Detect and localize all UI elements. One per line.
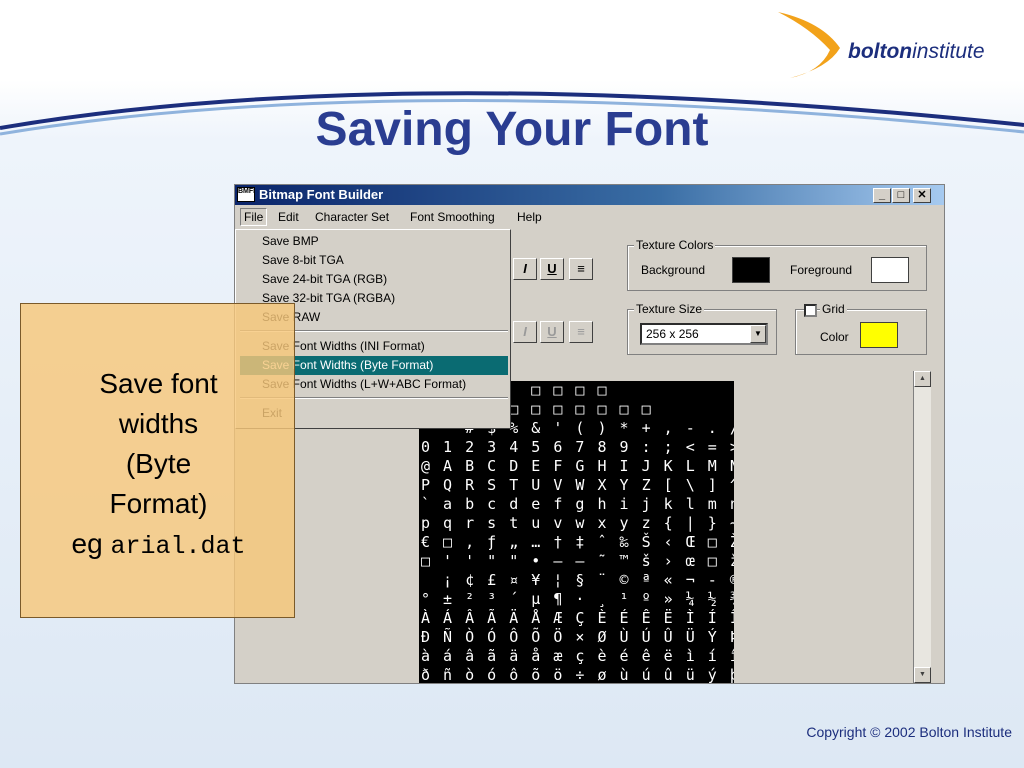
glyph-row: à á â ã ä å æ ç è é ê ë ì í î ï — [421, 647, 734, 665]
window-titlebar[interactable]: BMFB Bitmap Font Builder _ □ ✕ — [235, 185, 944, 205]
underline-button-disabled[interactable]: U — [540, 321, 564, 343]
background-color-swatch[interactable] — [732, 257, 770, 283]
italic-button-disabled[interactable]: I — [513, 321, 537, 343]
callout-line: (Byte — [125, 448, 192, 479]
texture-size-select[interactable]: 256 x 256 ▼ — [640, 323, 768, 345]
minimize-button[interactable]: _ — [873, 188, 891, 203]
glyph-row: À Á Â Ã Ä Å Æ Ç È É Ê Ë Ì Í Î Ï — [421, 609, 734, 627]
menu-bar: File Edit Character Set Font Smoothing H… — [235, 207, 944, 227]
align-button-disabled[interactable]: ≡ — [569, 321, 593, 343]
scroll-down-icon[interactable]: ▼ — [914, 667, 931, 683]
menu-save-8bit-tga[interactable]: Save 8-bit TGA — [240, 251, 508, 270]
glyph-row: P Q R S T U V W X Y Z [ \ ] ^ _ — [421, 476, 734, 494]
callout-line: widths — [118, 408, 199, 439]
callout-line: Format) — [109, 488, 208, 519]
window-title: Bitmap Font Builder — [259, 187, 384, 202]
glyph-row: □ ' ' " " • – — ˜ ™ š › œ □ ž Ÿ — [421, 552, 734, 570]
close-button[interactable]: ✕ — [913, 188, 931, 203]
bitmap-font-builder-window: BMFB Bitmap Font Builder _ □ ✕ File Edit… — [234, 184, 945, 684]
app-icon: BMFB — [237, 187, 255, 202]
background-label: Background — [641, 263, 706, 277]
texture-size-label: Texture Size — [634, 302, 705, 316]
glyph-row: ° ± ² ³ ´ µ ¶ · ¸ ¹ º » ¼ ½ ¾ ¿ — [421, 590, 734, 608]
menu-font-smoothing[interactable]: Font Smoothing — [410, 210, 495, 224]
grid-group: Grid Color — [795, 302, 927, 355]
underline-button[interactable]: U — [540, 258, 564, 280]
bolton-logo: boltoninstitute — [848, 40, 985, 63]
foreground-label: Foreground — [790, 263, 853, 277]
callout-example: eg arial.dat — [21, 524, 296, 567]
glyph-row: p q r s t u v w x y z { | } ~ □ — [421, 514, 734, 532]
texture-size-group: Texture Size 256 x 256 ▼ — [627, 302, 777, 355]
menu-edit[interactable]: Edit — [278, 210, 299, 224]
grid-color-label: Color — [820, 330, 849, 344]
callout-box: Save font widths (Byte Format) eg arial.… — [20, 303, 295, 618]
glyph-row: ð ñ ò ó ô õ ö ÷ ø ù ú û ü ý þ ÿ — [421, 666, 734, 684]
texture-colors-group: Texture Colors Background Foreground — [627, 238, 927, 291]
copyright-notice: Copyright © 2002 Bolton Institute — [806, 724, 1012, 740]
glyph-row: @ A B C D E F G H I J K L M N O — [421, 457, 734, 475]
foreground-color-swatch[interactable] — [871, 257, 909, 283]
grid-checkbox[interactable] — [804, 304, 817, 317]
menu-save-24bit-tga[interactable]: Save 24-bit TGA (RGB) — [240, 270, 508, 289]
glyph-row: € □ ‚ ƒ „ … † ‡ ˆ ‰ Š ‹ Œ □ Ž □ — [421, 533, 734, 551]
menu-help[interactable]: Help — [517, 210, 542, 224]
texture-size-value: 256 x 256 — [646, 327, 699, 341]
callout-text: Save font widths (Byte Format) eg arial.… — [21, 364, 296, 567]
menu-save-bmp[interactable]: Save BMP — [240, 232, 508, 251]
vertical-scrollbar[interactable]: ▲ ▼ — [913, 371, 931, 683]
chevron-down-icon[interactable]: ▼ — [750, 325, 766, 343]
page-title: Saving Your Font — [315, 103, 709, 156]
grid-color-swatch[interactable] — [860, 322, 898, 348]
maximize-button[interactable]: □ — [892, 188, 910, 203]
menu-character-set[interactable]: Character Set — [315, 210, 389, 224]
scroll-up-icon[interactable]: ▲ — [914, 371, 931, 387]
align-button[interactable]: ≡ — [569, 258, 593, 280]
glyph-row: ¡ ¢ £ ¤ ¥ ¦ § ¨ © ª « ¬ - ® ¯ — [421, 571, 734, 589]
menu-file[interactable]: File — [240, 208, 268, 226]
texture-colors-label: Texture Colors — [634, 238, 716, 252]
italic-button[interactable]: I — [513, 258, 537, 280]
callout-line: Save font — [99, 368, 218, 399]
callout-filename: arial.dat — [110, 532, 246, 561]
glyph-row: 0 1 2 3 4 5 6 7 8 9 : ; < = > ? — [421, 438, 734, 456]
callout-eg: eg — [71, 528, 103, 559]
glyph-row: ` a b c d e f g h i j k l m n o — [421, 495, 734, 513]
glyph-row: Ð Ñ Ò Ó Ô Õ Ö × Ø Ù Ú Û Ü Ý Þ ß — [421, 628, 734, 646]
grid-label: Grid — [820, 302, 847, 316]
window-frame — [932, 371, 944, 683]
